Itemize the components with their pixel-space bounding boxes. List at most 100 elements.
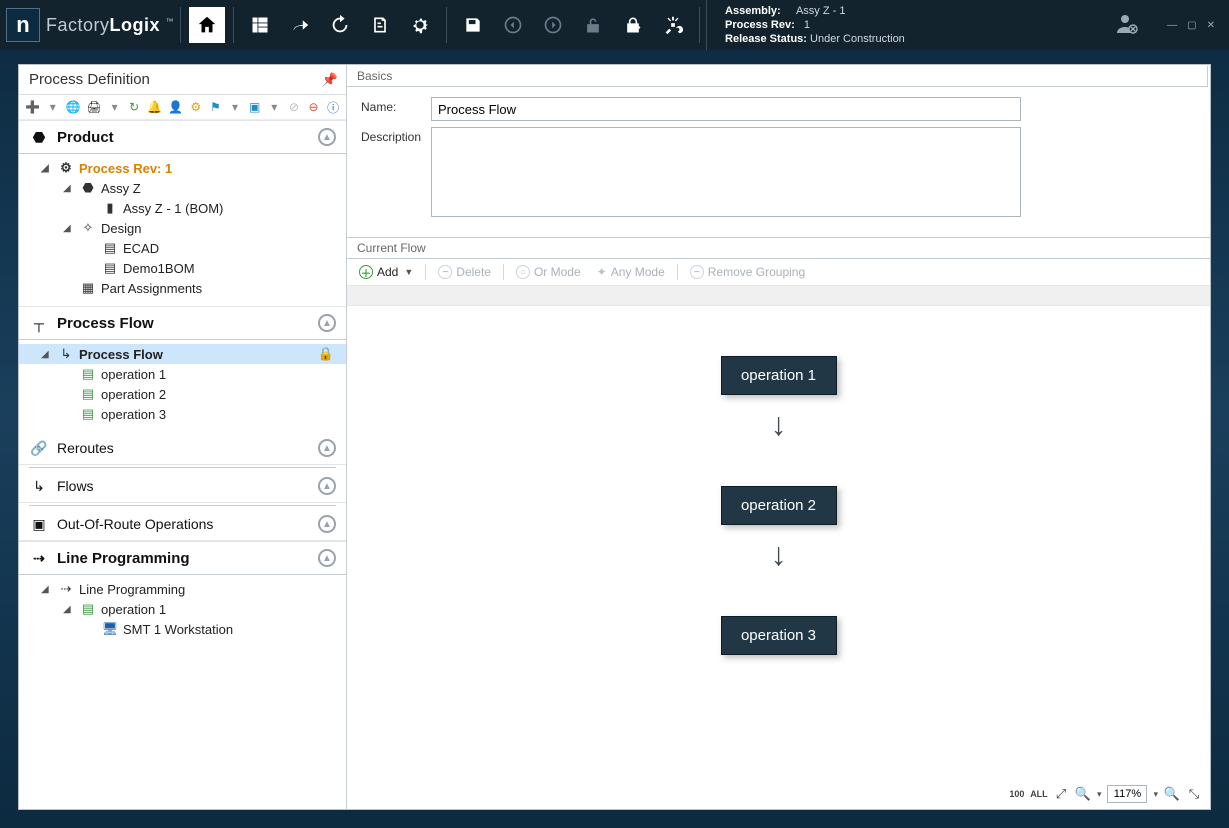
dropdown-icon[interactable]: ▾ (46, 99, 60, 115)
tree-process-rev[interactable]: ◢⚙Process Rev: 1 (19, 158, 346, 178)
save-icon[interactable] (455, 7, 491, 43)
tree-bom[interactable]: ▮Assy Z - 1 (BOM) (19, 198, 346, 218)
lock-cancel-icon[interactable] (615, 7, 651, 43)
document-icon[interactable] (362, 7, 398, 43)
cube-icon[interactable]: ▣ (248, 99, 262, 115)
zoom-input[interactable] (1107, 785, 1147, 803)
flow-remove-grouping-button: − Remove Grouping (686, 263, 809, 281)
assembly-info: Assembly: Assy Z - 1 Process Rev: 1 Rele… (706, 0, 917, 50)
main-panel: Basics Name: Description Current Flow ＋ … (347, 65, 1210, 809)
dropdown-2-icon[interactable]: ▾ (108, 99, 122, 115)
zoom-fit-icon[interactable]: ⤢ (1053, 786, 1069, 802)
zoom-all-icon[interactable]: ALL (1031, 786, 1047, 802)
pin-icon[interactable]: 📌 (322, 72, 338, 88)
collapse-icon[interactable]: ▲ (318, 549, 336, 567)
collapse-icon[interactable]: ▲ (318, 314, 336, 332)
flow-icon: ┬ (29, 313, 49, 333)
home-button[interactable] (189, 7, 225, 43)
collapse-icon[interactable]: ▲ (318, 515, 336, 533)
collapse-icon[interactable]: ▲ (318, 128, 336, 146)
zoom-100-icon[interactable]: 100 (1009, 786, 1025, 802)
tree-ecad[interactable]: ▤ECAD (19, 238, 346, 258)
section-flows[interactable]: ↳ Flows ▲ (19, 470, 346, 503)
section-line-programming[interactable]: ⇢ Line Programming ▲ (19, 541, 346, 575)
product-icon: ⬣ (29, 127, 49, 147)
plus-icon: ＋ (359, 265, 373, 279)
sync-icon[interactable] (322, 7, 358, 43)
tree-assy[interactable]: ◢⬣Assy Z (19, 178, 346, 198)
flow-node-op1[interactable]: operation 1 (721, 356, 837, 395)
line-prog-icon: ⇢ (29, 548, 49, 568)
collapse-icon[interactable]: ▲ (318, 439, 336, 457)
grid-icon[interactable] (242, 7, 278, 43)
section-process-flow[interactable]: ┬ Process Flow ▲ (19, 306, 346, 340)
inspect-icon[interactable] (655, 7, 691, 43)
tree-lp-ws[interactable]: 🖥SMT 1 Workstation (19, 619, 346, 639)
tree-part-assignments[interactable]: ▦Part Assignments (19, 278, 346, 298)
tree-design[interactable]: ◢✧Design (19, 218, 346, 238)
name-input[interactable] (431, 97, 1021, 121)
logo-icon: n (6, 8, 40, 42)
user-mini-icon[interactable]: 👤 (168, 99, 183, 115)
user-icon[interactable] (1115, 12, 1139, 39)
current-flow-label: Current Flow (347, 238, 1210, 259)
description-input[interactable] (431, 127, 1021, 217)
tree-pf-op2[interactable]: ▤operation 2 (19, 384, 346, 404)
description-label: Description (361, 127, 431, 144)
section-oor[interactable]: ▣ Out-Of-Route Operations ▲ (19, 508, 346, 541)
sidebar-toolbar: ➕ ▾ 🌐 🖨 ▾ ↻ 🔔 👤 ⚙ ⚑ ▾ ▣ ▾ ⊘ ⊖ ⓘ (19, 95, 346, 120)
gear-icon[interactable] (402, 7, 438, 43)
add-icon[interactable]: ➕ (25, 99, 40, 115)
reroutes-icon: 🔗 (29, 438, 49, 458)
flow-node-op3[interactable]: operation 3 (721, 616, 837, 655)
minimize-button[interactable]: — (1167, 20, 1177, 31)
tree-pf-op3[interactable]: ▤operation 3 (19, 404, 346, 424)
flow-add-button[interactable]: ＋ Add ▼ (355, 263, 417, 281)
any-icon: ✦ (597, 265, 607, 279)
tree-lp-root[interactable]: ◢⇢Line Programming (19, 579, 346, 599)
flows-icon: ↳ (29, 476, 49, 496)
remove-icon: − (690, 265, 704, 279)
sidebar: Process Definition 📌 ➕ ▾ 🌐 🖨 ▾ ↻ 🔔 👤 ⚙ ⚑… (19, 65, 347, 809)
flow-anymode-button: ✦ Any Mode (593, 263, 669, 281)
flow-ormode-button: ○ Or Mode (512, 263, 585, 281)
name-label: Name: (361, 97, 431, 114)
zoom-out-icon[interactable]: 🔍 (1075, 786, 1091, 802)
flow-node-op2[interactable]: operation 2 (721, 486, 837, 525)
tree-pf-op1[interactable]: ▤operation 1 (19, 364, 346, 384)
or-icon: ○ (516, 265, 530, 279)
world-icon[interactable]: 🌐 (66, 99, 81, 115)
info-icon[interactable]: ⓘ (326, 99, 340, 115)
print-icon[interactable]: 🖨 (87, 99, 102, 115)
dropdown-4-icon[interactable]: ▾ (267, 99, 281, 115)
tree-pf-root[interactable]: ◢↳Process Flow 🔒 (19, 344, 346, 364)
minus-icon: − (438, 265, 452, 279)
top-bar: n FactoryLogix ™ Assembly: Assy Z - 1 Pr… (0, 0, 1229, 50)
tree-lp-op1[interactable]: ◢▤operation 1 (19, 599, 346, 619)
forward-icon[interactable] (535, 7, 571, 43)
zoom-max-icon[interactable]: ⤡ (1186, 786, 1202, 802)
section-product[interactable]: ⬣ Product ▲ (19, 120, 346, 154)
section-reroutes[interactable]: 🔗 Reroutes ▲ (19, 432, 346, 465)
zoom-bar: 100 ALL ⤢ 🔍 ▾ ▾ 🔍 ⤡ (1009, 785, 1202, 803)
maximize-button[interactable]: ▢ (1187, 20, 1196, 31)
flag-icon[interactable]: ⚑ (209, 99, 223, 115)
arrow-down-icon: ↓ (771, 406, 787, 443)
refresh-icon[interactable]: ↻ (127, 99, 141, 115)
window-controls: — ▢ ✕ (1153, 20, 1229, 31)
stop-icon[interactable]: ⊖ (307, 99, 321, 115)
zoom-in-icon[interactable]: 🔍 (1164, 786, 1180, 802)
back-icon[interactable] (495, 7, 531, 43)
flow-canvas[interactable]: operation 1 ↓ operation 2 ↓ operation 3 … (347, 286, 1210, 809)
close-button[interactable]: ✕ (1207, 20, 1215, 31)
export-icon[interactable] (282, 7, 318, 43)
bell-icon[interactable]: 🔔 (147, 99, 162, 115)
app-brand: FactoryLogix ™ (46, 15, 174, 36)
tree-demo[interactable]: ▤Demo1BOM (19, 258, 346, 278)
ok-icon[interactable]: ⊘ (287, 99, 301, 115)
gear-mini-icon[interactable]: ⚙ (189, 99, 203, 115)
collapse-icon[interactable]: ▲ (318, 477, 336, 495)
dropdown-3-icon[interactable]: ▾ (228, 99, 242, 115)
unlock-icon[interactable] (575, 7, 611, 43)
chevron-down-icon: ▼ (404, 267, 413, 277)
